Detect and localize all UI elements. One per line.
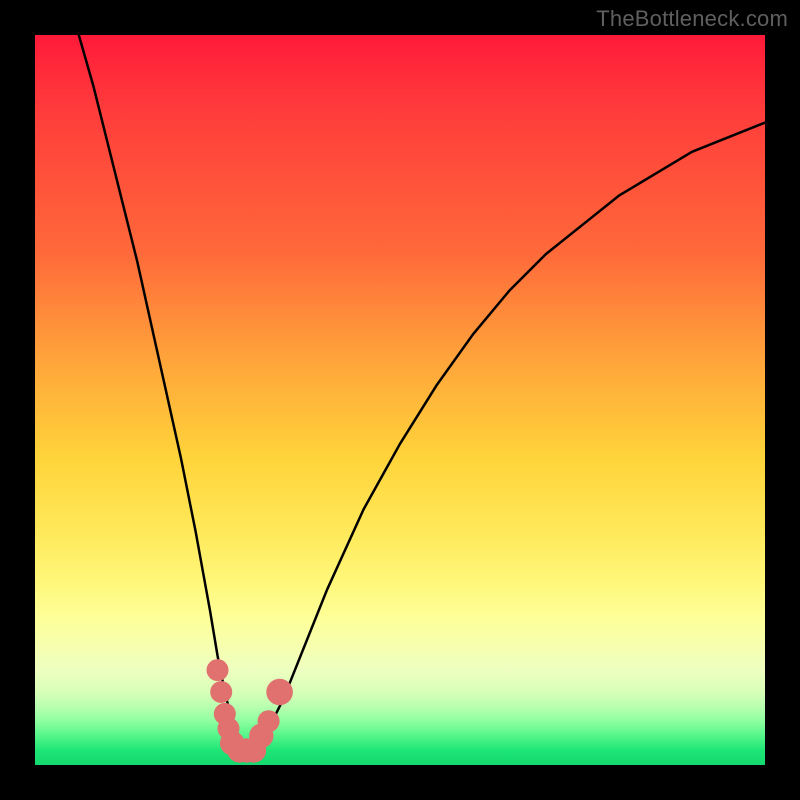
marker-right-3 [266,679,293,706]
marker-left-2 [210,681,232,703]
watermark-text: TheBottleneck.com [596,6,788,32]
bottleneck-curve [79,35,765,750]
curve-layer [35,35,765,765]
marker-right-2 [258,710,280,732]
plot-area [35,35,765,765]
chart-frame: TheBottleneck.com [0,0,800,800]
curve-markers [207,659,293,763]
marker-left-1 [207,659,229,681]
